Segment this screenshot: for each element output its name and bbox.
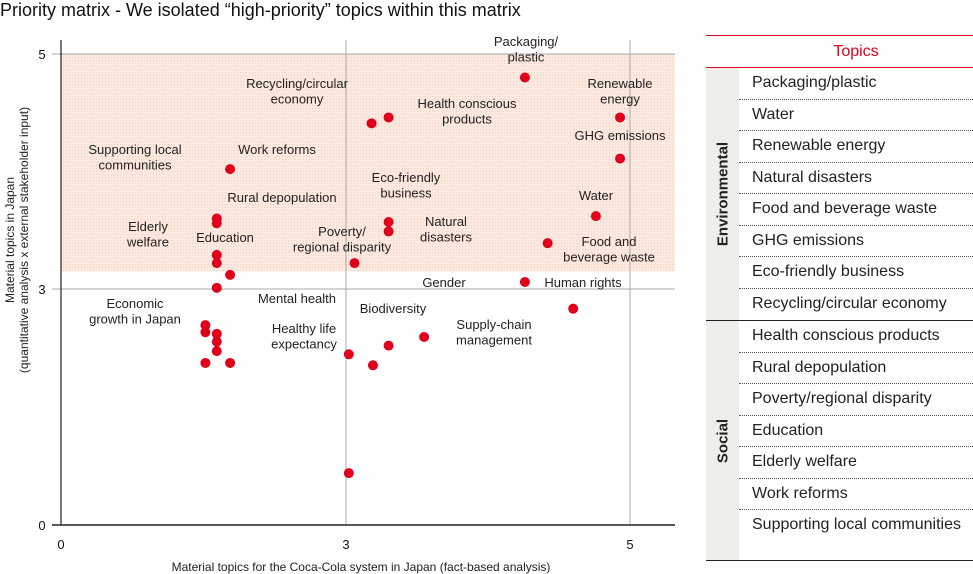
priority-matrix-chart: 0 3 5035 Packaging/plasticRenewable energyG…	[3, 34, 675, 574]
data-point	[225, 164, 236, 175]
topics-table: Topics Environmental Packaging/plastic Wat…	[706, 35, 973, 561]
point-label: Natural disasters	[420, 214, 473, 245]
point-label: Economic growth in Japan	[89, 296, 181, 327]
topic-row: Recycling/circular economy	[752, 294, 947, 312]
data-point	[225, 357, 236, 368]
topic-row: Work reforms	[739, 479, 973, 510]
data-point	[211, 218, 222, 229]
point-label: Gender	[422, 275, 466, 290]
point-label: Supporting local communities	[88, 142, 181, 173]
data-point	[383, 340, 394, 351]
point-label: Work reforms	[238, 142, 316, 157]
topic-row: Water	[739, 100, 973, 131]
topic-row: Supporting local communities	[752, 516, 961, 533]
y-axis-label-line2: (quantitative analysis x external stakeh…	[17, 107, 31, 373]
group-label-cell: Environmental	[706, 68, 739, 320]
data-point	[366, 118, 377, 129]
data-point	[343, 349, 354, 360]
x-tick-label: 0	[57, 537, 64, 552]
group-label: Environmental	[714, 141, 731, 247]
topic-group-social: Social Health conscious products Rural dep…	[706, 321, 973, 561]
topic-row: Health conscious products	[739, 321, 973, 353]
data-point	[211, 258, 222, 269]
point-label: Human rights	[544, 275, 622, 290]
point-label: Education	[196, 230, 254, 245]
data-point	[615, 112, 626, 123]
data-point	[200, 357, 211, 368]
data-point	[211, 282, 222, 293]
x-tick-label: 3	[342, 537, 349, 552]
topic-row: Elderly welfare	[739, 447, 973, 479]
data-point	[568, 303, 579, 314]
point-label: GHG emissions	[574, 128, 666, 143]
data-point	[383, 217, 394, 228]
data-point	[343, 468, 354, 479]
data-point	[542, 238, 553, 249]
data-point	[519, 72, 530, 83]
x-tick-label: 5	[626, 537, 633, 552]
topic-row: Natural disasters	[739, 163, 973, 194]
data-point	[225, 269, 236, 280]
point-label: Supply-chain management	[456, 317, 532, 348]
topic-row: Eco-friendly business	[739, 257, 973, 289]
page-title: Priority matrix - We isolated “high-prio…	[0, 0, 521, 20]
point-label: Biodiversity	[360, 301, 427, 316]
data-point	[383, 226, 394, 237]
point-label: Rural depopulation	[227, 190, 336, 205]
point-label: Healthy life expectancy	[271, 321, 337, 352]
topic-row: Food and beverage waste	[739, 194, 973, 226]
topic-row: Poverty/regional disparity	[739, 384, 973, 416]
y-tick-label: 0	[38, 518, 45, 533]
point-label: Mental health	[258, 291, 336, 306]
data-point	[383, 112, 394, 123]
group-label-cell: Social	[706, 321, 739, 560]
y-tick-label: 3	[38, 282, 45, 297]
topics-header: Topics	[706, 36, 973, 68]
topic-row: Rural depopulation	[739, 353, 973, 384]
y-axis-label-line1: Material topics in Japan	[3, 177, 17, 303]
topic-row: GHG emissions	[739, 226, 973, 257]
data-point	[200, 327, 211, 338]
data-point	[367, 360, 378, 371]
data-point	[590, 211, 601, 222]
topic-row: Renewable energy	[739, 131, 973, 163]
data-point	[349, 258, 360, 269]
point-label: Eco-friendly business	[372, 170, 441, 201]
topic-row: Packaging/plastic	[739, 68, 973, 100]
y-tick-label: 5	[38, 47, 45, 62]
data-point	[419, 331, 430, 342]
data-point	[519, 276, 530, 287]
topic-group-environmental: Environmental Packaging/plastic Water Renew…	[706, 68, 973, 321]
topic-row: Education	[739, 416, 973, 447]
data-point	[211, 336, 222, 347]
x-axis-label: Material topics for the Coca-Cola system…	[172, 560, 551, 574]
point-label: Water	[579, 188, 614, 203]
data-point	[615, 153, 626, 164]
data-point	[211, 346, 222, 357]
group-label: Social	[714, 418, 731, 463]
point-label: Elderly welfare	[126, 219, 169, 250]
